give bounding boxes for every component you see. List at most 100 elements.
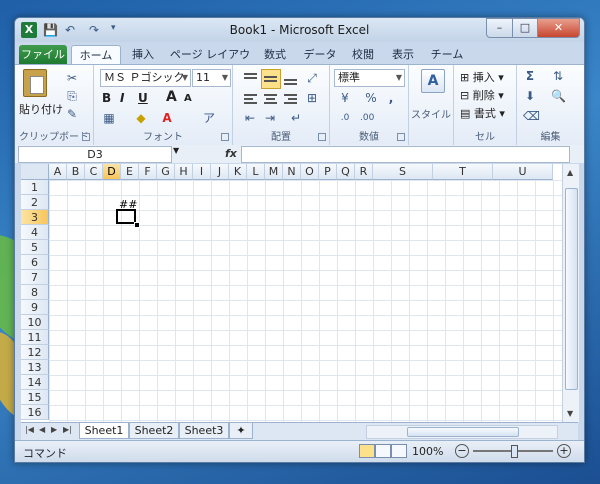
row-header[interactable]: 9 [21, 300, 49, 315]
clear-icon[interactable]: ⌫ [523, 109, 540, 123]
row-header[interactable]: 14 [21, 375, 49, 390]
normal-view-icon[interactable] [359, 444, 375, 458]
column-header[interactable]: Q [337, 164, 355, 180]
column-header[interactable]: H [175, 164, 193, 180]
select-all-button[interactable] [21, 164, 49, 180]
decrease-decimal-icon[interactable]: .00 [360, 111, 374, 125]
page-layout-view-icon[interactable] [375, 444, 391, 458]
formula-input[interactable] [241, 146, 570, 163]
styles-button[interactable]: スタイル [409, 106, 453, 121]
row-header[interactable]: 8 [21, 285, 49, 300]
italic-button[interactable]: I [120, 91, 124, 105]
tab-home[interactable]: ホーム [71, 45, 121, 65]
border-icon[interactable]: ▦ [102, 111, 116, 125]
row-header[interactable]: 2 [21, 195, 49, 210]
tab-page-layout[interactable]: ページ レイアウト [167, 45, 253, 80]
find-select-icon[interactable]: 🔍 [551, 89, 566, 103]
row-header[interactable]: 15 [21, 390, 49, 405]
grow-font-button[interactable]: A [166, 89, 177, 105]
sort-filter-icon[interactable]: ⇅ [551, 69, 565, 83]
align-right-icon[interactable] [281, 89, 301, 109]
column-header[interactable]: P [319, 164, 337, 180]
vertical-scrollbar[interactable]: ▲ ▼ [562, 164, 579, 422]
fill-icon[interactable]: ⬇ [523, 89, 537, 103]
minimize-button[interactable]: – [486, 18, 513, 38]
styles-icon[interactable]: A [421, 69, 445, 93]
zoom-out-button[interactable]: − [455, 444, 469, 458]
font-size-dropdown[interactable]: 11 ▼ [192, 69, 231, 87]
zoom-slider-knob[interactable] [511, 445, 518, 458]
cut-icon[interactable]: ✂ [65, 71, 79, 85]
fill-handle[interactable] [134, 222, 140, 228]
prev-sheet-icon[interactable]: ◀ [39, 425, 45, 434]
increase-indent-icon[interactable]: ⇥ [263, 111, 277, 125]
currency-icon[interactable]: ¥ [338, 91, 352, 105]
vertical-scroll-thumb[interactable] [565, 188, 578, 390]
align-middle-icon[interactable] [261, 69, 281, 89]
next-sheet-icon[interactable]: ▶ [51, 425, 57, 434]
worksheet-grid[interactable]: ABCDEFGHIJKLMNOPQRSTU 1 2 3 4 5 6 7 8 9 10 11 12 13 1… [21, 164, 562, 422]
column-header[interactable]: D [103, 164, 121, 180]
column-header[interactable]: U [493, 164, 553, 180]
zoom-level[interactable]: 100% [412, 445, 443, 458]
name-box-dropdown-icon[interactable]: ▼ [173, 146, 179, 155]
bold-button[interactable]: B [102, 91, 111, 105]
dialog-launcher-icon[interactable] [397, 133, 405, 141]
underline-button[interactable]: U [138, 91, 148, 105]
horizontal-scrollbar[interactable] [366, 425, 558, 439]
shrink-font-button[interactable]: A [184, 93, 192, 104]
font-name-dropdown[interactable]: ＭＳ Ｐゴシック ▼ [100, 69, 191, 87]
insert-cells-button[interactable]: ⊞ 挿入 ▾ [460, 69, 504, 85]
row-header[interactable]: 12 [21, 345, 49, 360]
format-painter-icon[interactable]: ✎ [65, 107, 79, 121]
sheet-tab[interactable]: Sheet1 [79, 423, 129, 439]
title-bar[interactable]: X 💾 ↶ ↷ ▾ Book1 - Microsoft Excel – □ ✕ [15, 18, 584, 42]
column-header[interactable]: L [247, 164, 265, 180]
orientation-icon[interactable]: ⤢ [305, 71, 319, 85]
dialog-launcher-icon[interactable] [318, 133, 326, 141]
insert-sheet-icon[interactable]: ✦ [229, 423, 253, 439]
close-button[interactable]: ✕ [537, 18, 580, 38]
column-header[interactable]: J [211, 164, 229, 180]
column-header[interactable]: E [121, 164, 139, 180]
row-header[interactable]: 10 [21, 315, 49, 330]
tab-data[interactable]: データ [299, 45, 341, 64]
sheet-tab[interactable]: Sheet2 [129, 423, 179, 439]
name-box[interactable]: D3 [18, 146, 172, 163]
row-header[interactable]: 4 [21, 225, 49, 240]
column-header[interactable]: N [283, 164, 301, 180]
delete-cells-button[interactable]: ⊟ 削除 ▾ [460, 87, 504, 103]
horizontal-scroll-thumb[interactable] [407, 427, 519, 437]
column-header[interactable]: I [193, 164, 211, 180]
dialog-launcher-icon[interactable] [82, 133, 90, 141]
tab-view[interactable]: 表示 [387, 45, 419, 64]
align-left-icon[interactable] [241, 89, 261, 109]
column-header[interactable]: O [301, 164, 319, 180]
align-top-icon[interactable] [241, 69, 261, 89]
page-break-view-icon[interactable] [391, 444, 407, 458]
column-header[interactable]: K [229, 164, 247, 180]
format-cells-button[interactable]: ▤ 書式 ▾ [460, 105, 505, 121]
column-header[interactable]: G [157, 164, 175, 180]
row-header[interactable]: 7 [21, 270, 49, 285]
tab-insert[interactable]: 挿入 [125, 45, 161, 64]
fill-color-icon[interactable]: ◆ [134, 111, 148, 125]
last-sheet-icon[interactable]: ▶| [63, 425, 72, 434]
row-header[interactable]: 16 [21, 405, 49, 420]
decrease-indent-icon[interactable]: ⇤ [243, 111, 257, 125]
column-header[interactable]: A [49, 164, 67, 180]
maximize-button[interactable]: □ [512, 18, 538, 38]
tab-team[interactable]: チーム [427, 45, 467, 64]
insert-function-button[interactable]: fx [225, 147, 237, 160]
comma-button[interactable]: , [384, 91, 398, 105]
column-header[interactable]: B [67, 164, 85, 180]
row-header[interactable]: 3 [21, 210, 49, 225]
column-header[interactable]: F [139, 164, 157, 180]
scroll-up-icon[interactable]: ▲ [567, 168, 573, 177]
tab-file[interactable]: ファイル [19, 45, 67, 64]
zoom-in-button[interactable]: + [557, 444, 571, 458]
column-header[interactable]: T [433, 164, 493, 180]
increase-decimal-icon[interactable]: .0 [338, 111, 352, 125]
phonetic-icon[interactable]: ア [202, 111, 216, 125]
copy-icon[interactable]: ⎘ [65, 89, 79, 103]
